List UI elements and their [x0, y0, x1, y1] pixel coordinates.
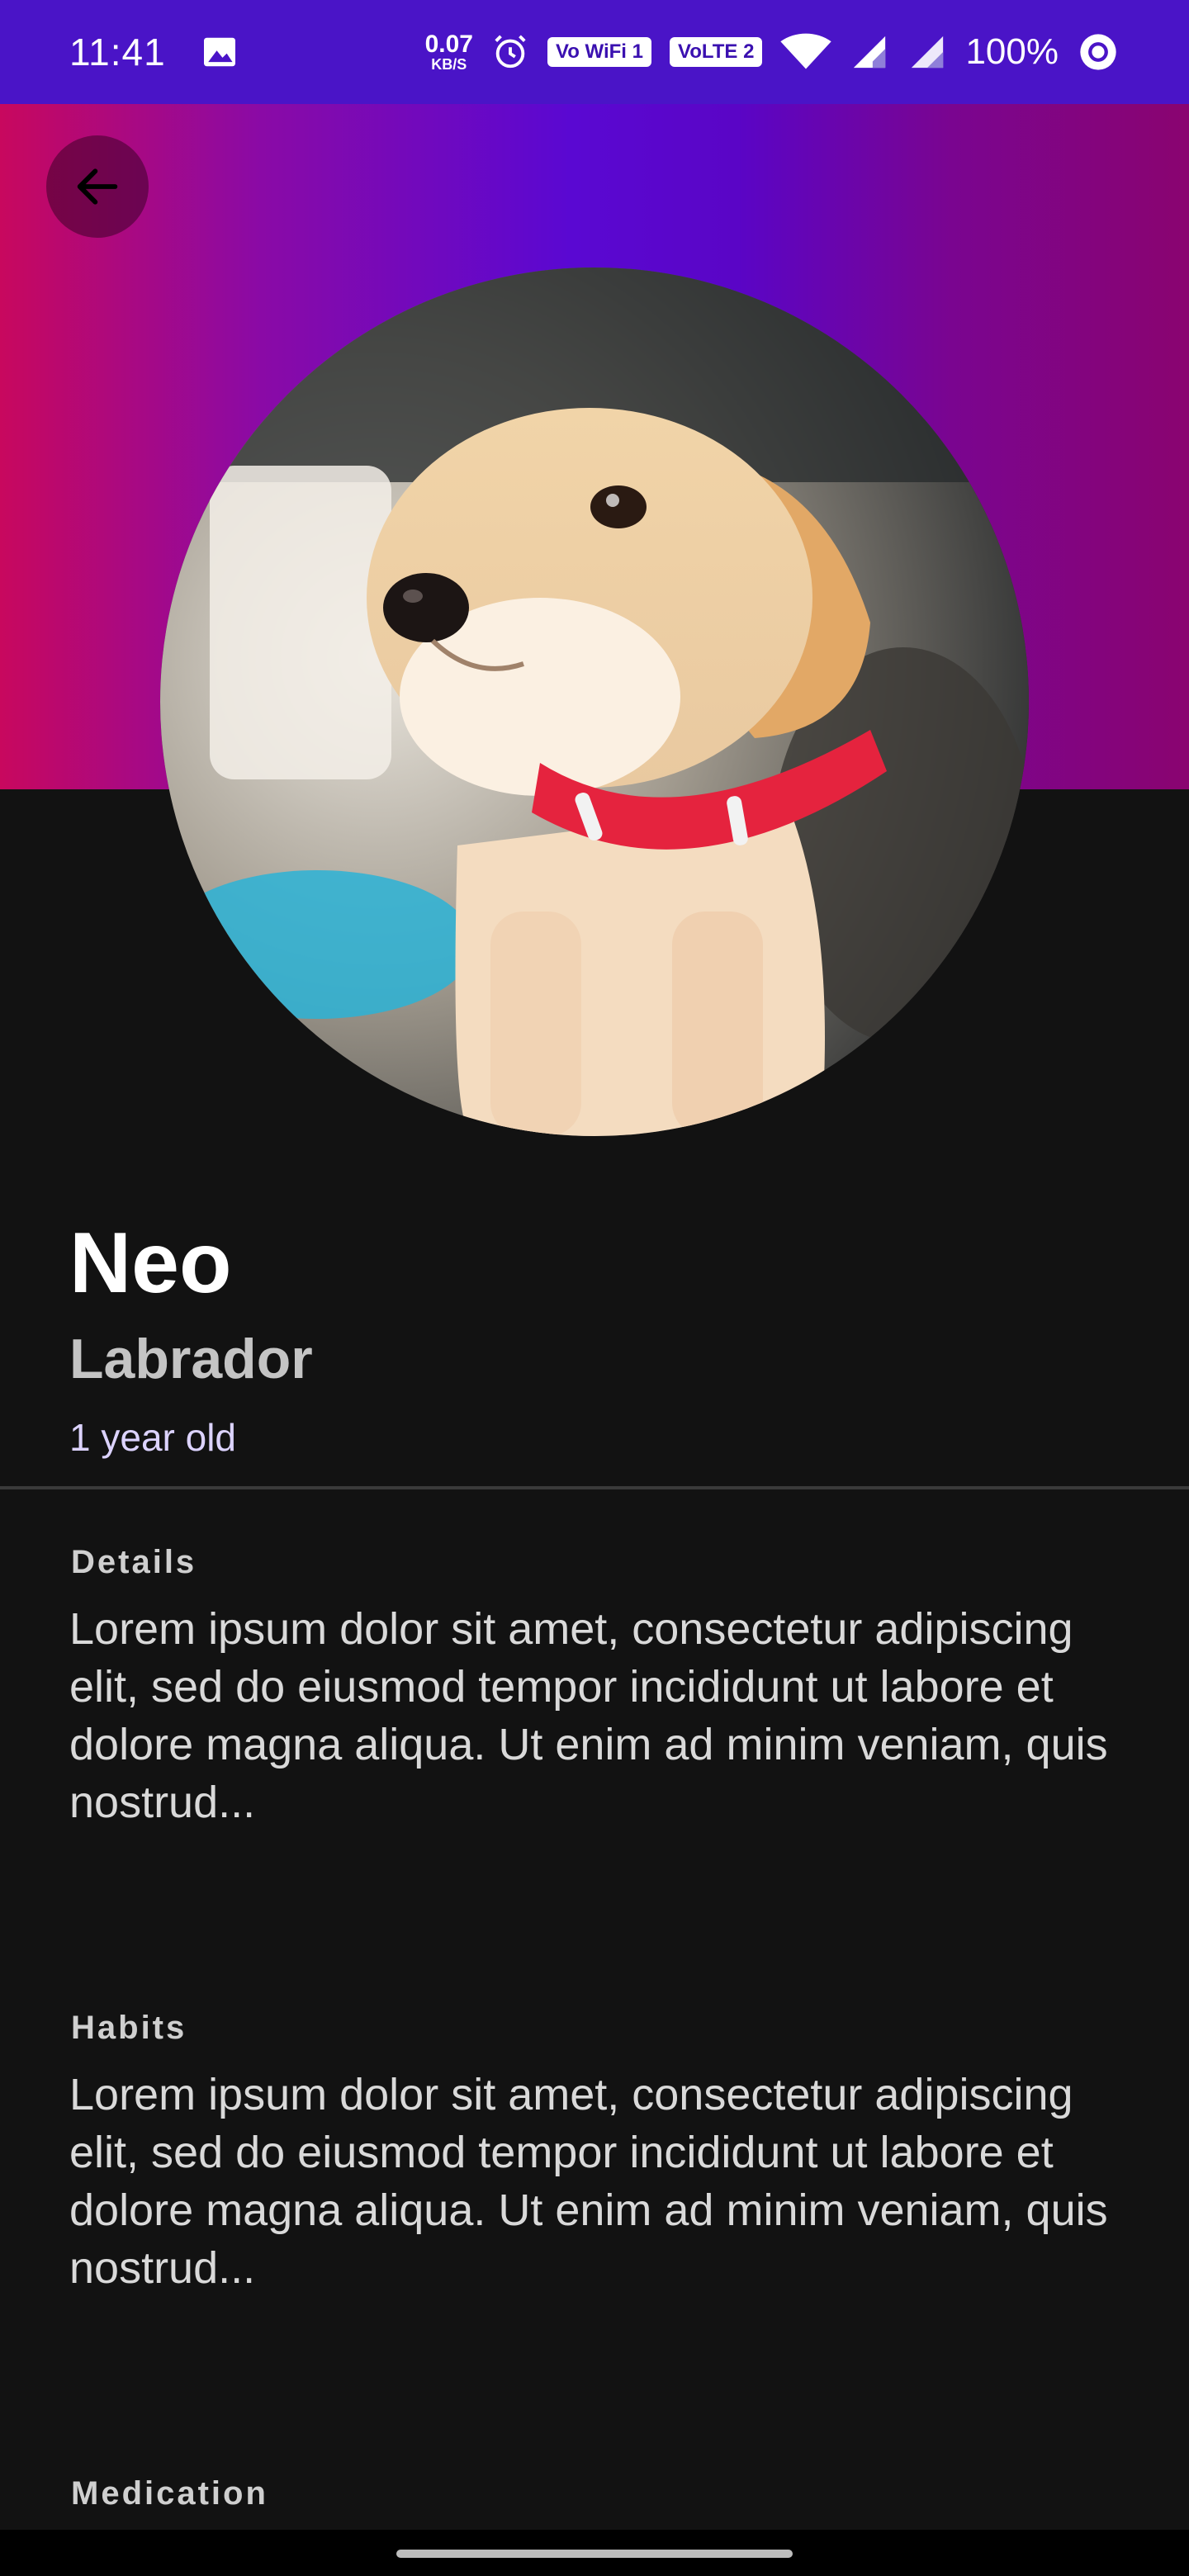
pet-name: Neo [69, 1215, 232, 1311]
image-icon [203, 37, 235, 67]
circle-icon [1080, 34, 1116, 70]
puppy-illustration [160, 268, 1029, 1136]
wifi-icon [780, 33, 832, 69]
volte-badge: VoLTE 2 [670, 37, 763, 67]
section-title-medication: Medication [71, 2475, 268, 2512]
home-indicator[interactable] [396, 2550, 793, 2558]
alarm-icon [495, 35, 526, 69]
status-icons: 0.07 KB/S Vo WiFi 1 VoLTE 2 100% [425, 31, 1120, 73]
section-body-details: Lorem ipsum dolor sit amet, consectetur … [69, 1604, 1108, 1827]
status-bar: 11:41 0.07 KB/S Vo WiFi 1 VoLTE 2 100% [0, 0, 1189, 104]
arrow-left-icon [77, 168, 118, 205]
status-time: 11:41 [69, 31, 166, 73]
pet-detail-screen: 11:41 0.07 KB/S Vo WiFi 1 VoLTE 2 100% N… [0, 0, 1189, 2576]
back-button[interactable] [46, 135, 149, 238]
section-title-details: Details [71, 1544, 197, 1580]
section-title-habits: Habits [71, 2010, 187, 2046]
section-body-habits: Lorem ipsum dolor sit amet, consectetur … [69, 2070, 1108, 2293]
signal-icon [854, 36, 886, 69]
signal-icon-2 [912, 36, 944, 69]
pet-age: 1 year old [69, 1416, 237, 1459]
battery-percent: 100% [965, 31, 1059, 72]
wifi-calling-badge: Vo WiFi 1 [547, 37, 651, 67]
network-speed: 0.07 KB/S [424, 31, 473, 73]
pet-breed: Labrador [69, 1328, 313, 1390]
pet-photo [160, 268, 1029, 1136]
divider [0, 1486, 1189, 1489]
